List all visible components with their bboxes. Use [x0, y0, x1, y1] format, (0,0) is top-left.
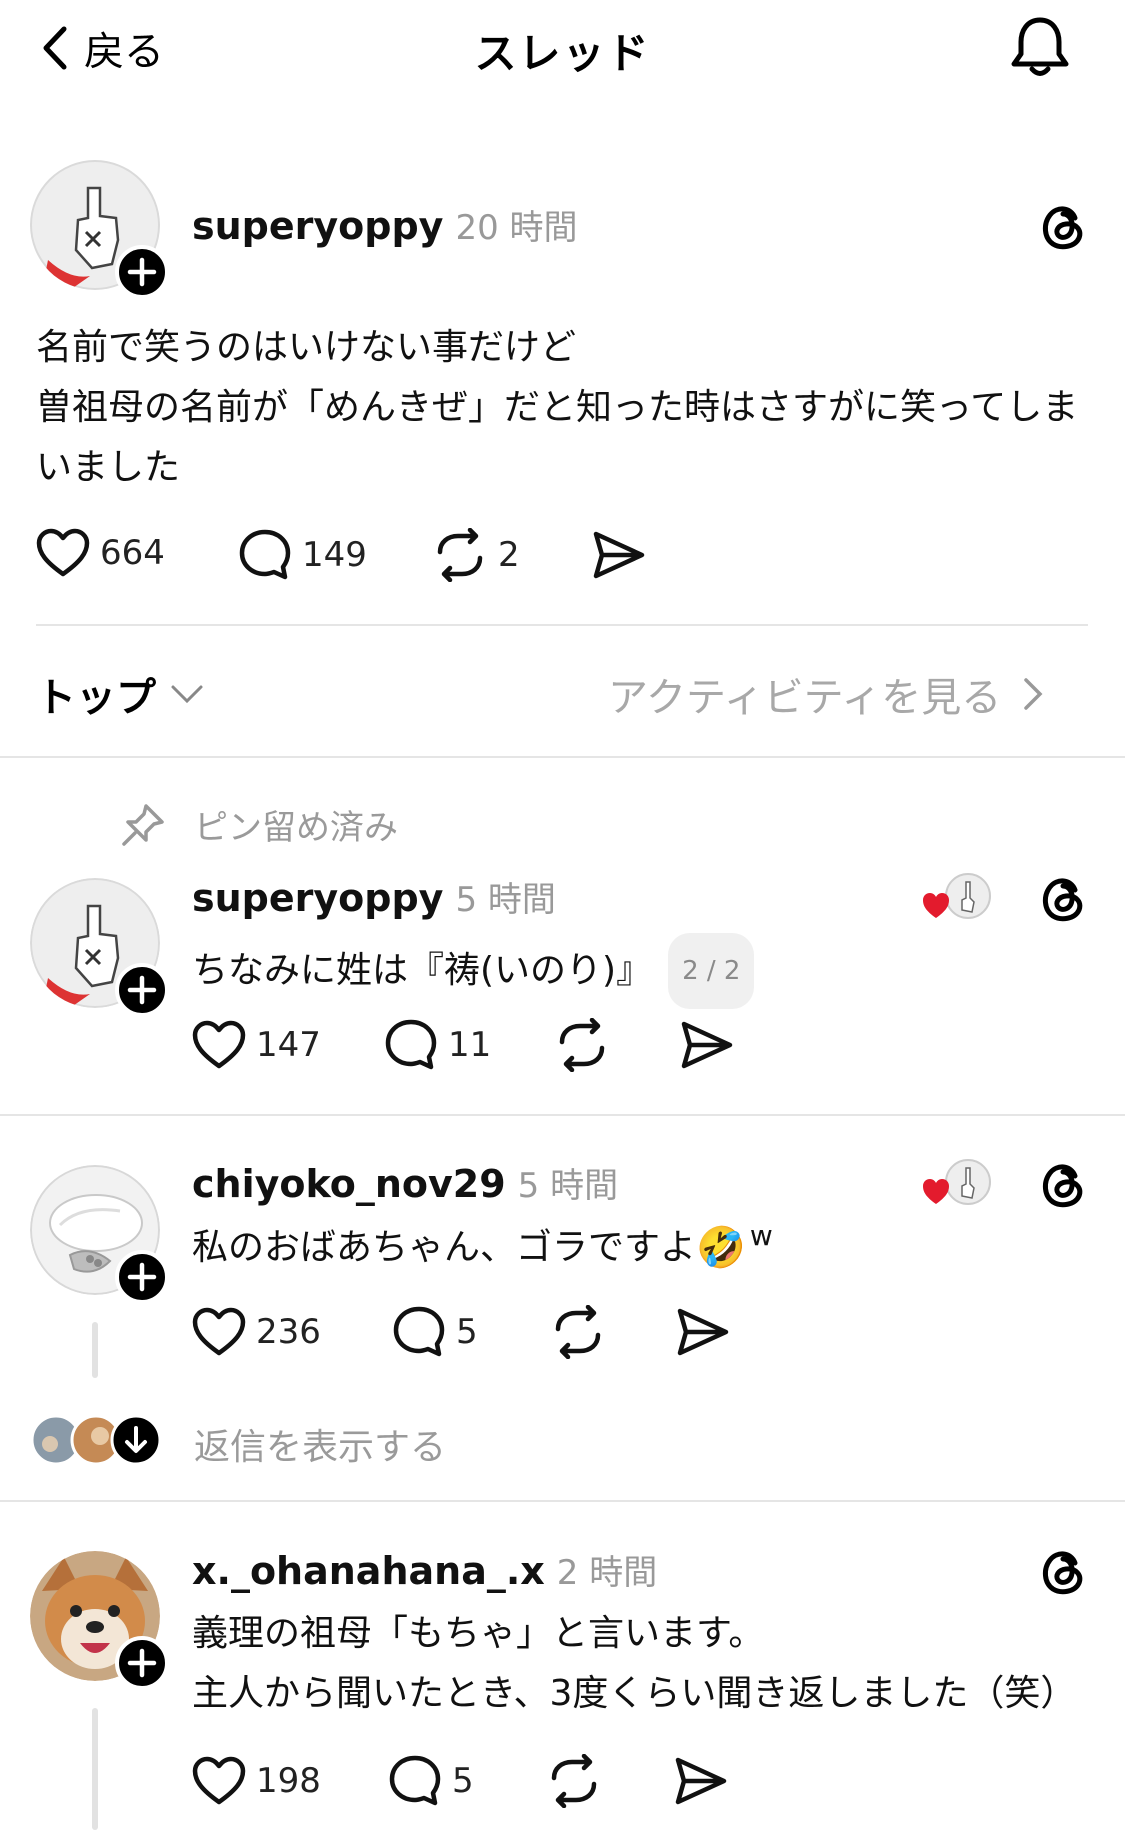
comment-count: 5	[456, 1312, 478, 1352]
heart-icon	[36, 528, 90, 577]
comment-button[interactable]: 149	[238, 528, 367, 582]
section-divider	[0, 1500, 1125, 1502]
comment-count: 149	[302, 535, 367, 575]
repost-button[interactable]	[546, 1754, 602, 1808]
post-text-line: いました	[36, 447, 181, 488]
reply-avatars[interactable]	[30, 1414, 170, 1466]
repost-icon	[437, 528, 483, 582]
reply-text: 私のおばあちゃん、ゴラですよ 🤣 w	[192, 1218, 773, 1278]
like-button[interactable]: 198	[192, 1756, 321, 1806]
like-button[interactable]: 147	[192, 1020, 321, 1070]
share-button[interactable]	[592, 528, 646, 582]
section-divider	[0, 1114, 1125, 1116]
threads-icon[interactable]	[1035, 1543, 1091, 1599]
reply-text-content: 私のおばあちゃん、ゴラですよ	[192, 1227, 697, 1268]
share-button[interactable]	[674, 1754, 728, 1808]
like-button[interactable]: 236	[192, 1307, 321, 1357]
follow-button[interactable]	[115, 963, 169, 1017]
divider	[36, 624, 1088, 626]
comment-icon	[385, 1019, 437, 1070]
post-header: superyoppy 20 時間	[192, 200, 578, 249]
comment-icon	[393, 1306, 445, 1357]
threads-icon[interactable]	[1035, 870, 1091, 926]
timestamp: 20 時間	[455, 208, 578, 248]
username[interactable]: x._ohanahana_.x	[192, 1549, 545, 1593]
reply-text-content: ちなみに姓は『祷(いのり)』	[192, 950, 653, 991]
repost-count: 2	[498, 535, 520, 575]
pin-icon	[118, 800, 168, 850]
post-text-line: 名前で笑うのはいけない事だけど	[36, 327, 577, 368]
bell-icon[interactable]	[1005, 12, 1075, 82]
repost-button[interactable]: 2	[432, 528, 520, 582]
threads-icon[interactable]	[1035, 198, 1091, 254]
like-count: 236	[256, 1312, 321, 1352]
pinned-label: ピン留め済み	[194, 808, 398, 848]
comment-icon	[239, 529, 291, 580]
chevron-right-icon	[1024, 678, 1043, 710]
thread-line	[92, 1708, 98, 1830]
send-icon	[675, 1757, 727, 1805]
timestamp: 2 時間	[556, 1553, 658, 1593]
heart-icon	[192, 1020, 246, 1069]
thread-line	[92, 1322, 98, 1378]
username[interactable]: superyoppy	[192, 876, 443, 920]
repost-button[interactable]	[550, 1305, 606, 1359]
repost-icon	[555, 1305, 601, 1359]
follow-button[interactable]	[115, 1636, 169, 1690]
like-count: 198	[256, 1761, 321, 1801]
share-button[interactable]	[676, 1305, 730, 1359]
share-button[interactable]	[680, 1018, 734, 1072]
heart-icon	[192, 1307, 246, 1356]
comment-button[interactable]: 5	[388, 1754, 474, 1808]
timestamp: 5 時間	[517, 1166, 619, 1206]
like-count: 664	[100, 533, 165, 573]
repost-button[interactable]	[554, 1018, 610, 1072]
comment-button[interactable]: 5	[392, 1305, 478, 1359]
post-text-line: 曽祖母の名前が「めんきぜ」だと知った時はさすがに笑ってしま	[36, 387, 1079, 428]
like-button[interactable]: 664	[36, 528, 165, 578]
thread-count-badge: 2 / 2	[668, 933, 755, 1009]
reply-header: chiyoko_nov29 5 時間	[192, 1158, 618, 1207]
send-icon	[681, 1021, 733, 1069]
activity-label: アクティビティを見る	[608, 675, 1002, 721]
reply-text: ちなみに姓は『祷(いのり)』 2 / 2	[192, 933, 755, 1009]
chevron-down-icon	[171, 685, 203, 704]
sort-dropdown[interactable]: トップ	[36, 665, 204, 723]
post-text: 名前で笑うのはいけない事だけど 曽祖母の名前が「めんきぜ」だと知った時はさすがに…	[36, 318, 1096, 498]
comment-count: 11	[448, 1025, 492, 1065]
reply-header: superyoppy 5 時間	[192, 872, 556, 921]
page-title: スレッド	[474, 29, 651, 78]
username[interactable]: chiyoko_nov29	[192, 1162, 506, 1206]
show-replies-link[interactable]: 返信を表示する	[194, 1418, 446, 1470]
comment-count: 5	[452, 1761, 474, 1801]
follow-button[interactable]	[115, 1250, 169, 1304]
author-liked-indicator	[922, 1158, 994, 1210]
view-activity-link[interactable]: アクティビティを見る	[608, 665, 1043, 723]
threads-icon[interactable]	[1035, 1156, 1091, 1212]
reply-text: 義理の祖母「もちゃ」と言います。 主人から聞いたとき、3度くらい聞き返しました（…	[192, 1604, 1092, 1724]
repost-icon	[551, 1754, 597, 1808]
sort-label: トップ	[36, 675, 156, 721]
heart-icon	[192, 1756, 246, 1805]
author-liked-indicator	[922, 872, 994, 924]
comment-button[interactable]: 11	[384, 1018, 491, 1072]
like-count: 147	[256, 1025, 321, 1065]
reply-text-line: 義理の祖母「もちゃ」と言います。	[192, 1613, 765, 1654]
repost-icon	[559, 1018, 605, 1072]
username[interactable]: superyoppy	[192, 204, 443, 248]
reply-text-line: 主人から聞いたとき、3度くらい聞き返しました（笑）	[192, 1673, 1077, 1714]
send-icon	[677, 1308, 729, 1356]
send-icon	[593, 531, 645, 579]
reply-suffix: w	[749, 1219, 773, 1252]
section-divider	[0, 756, 1125, 758]
laughing-emoji: 🤣	[696, 1225, 746, 1271]
reply-header: x._ohanahana_.x 2 時間	[192, 1545, 657, 1594]
follow-button[interactable]	[115, 245, 169, 299]
comment-icon	[389, 1755, 441, 1806]
timestamp: 5 時間	[455, 880, 556, 920]
